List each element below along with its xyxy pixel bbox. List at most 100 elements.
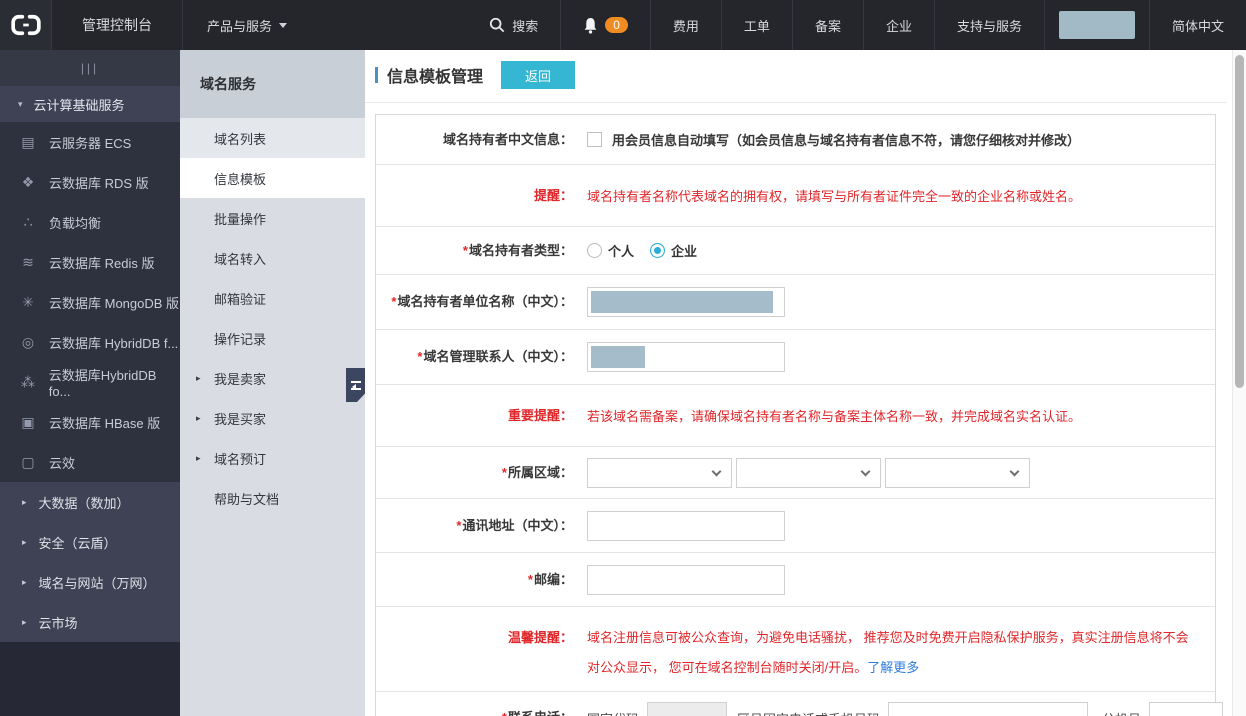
submenu-item-info-template[interactable]: 信息模板 bbox=[180, 158, 365, 198]
nav-notifications[interactable]: 0 bbox=[560, 0, 650, 50]
sidebar-item-label: 云服务器 ECS bbox=[49, 135, 132, 151]
nav-console[interactable]: 管理控制台 bbox=[52, 0, 183, 50]
sidebar-item-redis[interactable]: ≋ 云数据库 Redis 版 bbox=[0, 242, 180, 282]
primary-sidebar: ||| ▾ 云计算基础服务 ▤ 云服务器 ECS ❖ 云数据库 RDS 版 ∴ … bbox=[0, 50, 180, 716]
region-select-province[interactable] bbox=[587, 457, 732, 488]
extension-input[interactable] bbox=[1149, 702, 1224, 716]
submenu-item-label: 域名列表 bbox=[214, 131, 267, 147]
collapse-bars-icon: ||| bbox=[80, 61, 100, 75]
vertical-scrollbar-thumb[interactable] bbox=[1235, 55, 1244, 388]
radio-personal[interactable] bbox=[587, 243, 602, 258]
submenu-item-label: 操作记录 bbox=[214, 331, 267, 347]
caret-right-icon: ▸ bbox=[22, 576, 27, 587]
radio-enterprise[interactable] bbox=[650, 243, 666, 258]
sidebar-group-marketplace[interactable]: ▸ 云市场 bbox=[0, 602, 180, 642]
domain-service-submenu: 域名服务 域名列表 信息模板 批量操作 域名转入 邮箱验证 操作记录 ▸ 我是卖… bbox=[180, 50, 366, 716]
sidebar-collapsed-groups: ▸ 大数据（数加） ▸ 安全（云盾） ▸ 域名与网站（万网） ▸ 云市场 bbox=[0, 482, 180, 642]
nav-language[interactable]: 简体中文 bbox=[1148, 0, 1246, 50]
sidebar-item-rds[interactable]: ❖ 云数据库 RDS 版 bbox=[0, 162, 180, 202]
radio-personal-label: 个人 bbox=[608, 244, 635, 259]
learn-more-link[interactable]: 了解更多 bbox=[867, 660, 919, 675]
sidebar-group-label: 域名与网站（万网） bbox=[38, 575, 156, 591]
sidebar-group-domains-websites[interactable]: ▸ 域名与网站（万网） bbox=[0, 562, 180, 602]
autofill-checkbox[interactable] bbox=[587, 132, 602, 147]
nav-language-label: 简体中文 bbox=[1171, 18, 1224, 34]
nav-products-menu[interactable]: 产品与服务 bbox=[183, 0, 311, 50]
phone-number-input[interactable] bbox=[888, 702, 1089, 716]
nav-search[interactable]: 搜索 bbox=[467, 0, 560, 50]
org-name-input[interactable] bbox=[587, 287, 785, 317]
required-mark: * bbox=[527, 571, 533, 587]
country-code-input[interactable] bbox=[647, 702, 728, 716]
autofill-checkbox-label: 用会员信息自动填写（如会员信息与域名持有者信息不符，请您仔细核对并修改） bbox=[612, 133, 1081, 148]
back-button[interactable]: 返回 bbox=[501, 61, 576, 89]
sidebar-item-ecs[interactable]: ▤ 云服务器 ECS bbox=[0, 122, 180, 162]
slb-icon: ∴ bbox=[23, 213, 33, 230]
vertical-scrollbar-track[interactable] bbox=[1232, 50, 1246, 716]
submenu-item-email-verification[interactable]: 邮箱验证 bbox=[180, 278, 365, 318]
sidebar-item-mongodb[interactable]: ✳ 云数据库 MongoDB 版 bbox=[0, 282, 180, 322]
submenu-item-domain-list[interactable]: 域名列表 bbox=[180, 118, 365, 158]
submenu-item-domain-reservation[interactable]: ▸ 域名预订 bbox=[180, 438, 365, 478]
nav-support[interactable]: 支持与服务 bbox=[933, 0, 1044, 50]
search-icon bbox=[490, 17, 505, 33]
submenu-title: 域名服务 bbox=[180, 50, 365, 118]
submenu-item-label: 帮助与文档 bbox=[214, 491, 280, 507]
caret-right-icon: ▸ bbox=[22, 536, 27, 547]
sidebar-item-hybriddb[interactable]: ◎ 云数据库 HybridDB f... bbox=[0, 322, 180, 362]
sidebar-group-cloud-basics[interactable]: ▾ 云计算基础服务 bbox=[0, 86, 180, 122]
privacy-notice-label: 温馨提醒： bbox=[507, 630, 573, 645]
ecs-icon: ▤ bbox=[21, 133, 35, 150]
top-nav: 管理控制台 产品与服务 搜索 0 费用 工单 备案 企业 支持与服务 简体中文 bbox=[0, 0, 1246, 50]
notification-badge: 0 bbox=[605, 17, 628, 33]
admin-contact-input[interactable] bbox=[587, 342, 785, 372]
nav-enterprise[interactable]: 企业 bbox=[862, 0, 934, 50]
nav-user-account[interactable] bbox=[1043, 0, 1149, 50]
sidebar-group-label: 云计算基础服务 bbox=[33, 97, 125, 113]
submenu-item-label: 域名预订 bbox=[214, 451, 267, 467]
yunxiao-icon: ▢ bbox=[21, 453, 35, 470]
field-label: *邮编： bbox=[527, 571, 573, 587]
console-app: 管理控制台 产品与服务 搜索 0 费用 工单 备案 企业 支持与服务 简体中文 … bbox=[0, 0, 1246, 716]
submenu-item-label: 我是卖家 bbox=[214, 371, 267, 387]
address-input[interactable] bbox=[587, 510, 785, 541]
submenu-item-buyer[interactable]: ▸ 我是买家 bbox=[180, 398, 365, 438]
nav-billing[interactable]: 费用 bbox=[649, 0, 721, 50]
region-select-district[interactable] bbox=[885, 457, 1030, 488]
field-label: *通讯地址（中文）： bbox=[456, 517, 573, 533]
chevron-down-icon bbox=[860, 466, 871, 476]
form-row-privacy-notice: 温馨提醒： 域名注册信息可被公众查询，为避免电话骚扰， 推荐您及时免费开启隐私保… bbox=[376, 607, 1215, 692]
sidebar-collapse-toggle[interactable]: ||| bbox=[0, 50, 180, 86]
nav-console-label: 管理控制台 bbox=[82, 17, 152, 33]
form-row-phone: *联系电话： 国家代码 区号固定电话或手机号码 分机号 bbox=[376, 692, 1224, 716]
sidebar-item-hybriddb-postgres[interactable]: ⁂ 云数据库HybridDB fo... bbox=[0, 362, 180, 402]
submenu-item-help-docs[interactable]: 帮助与文档 bbox=[180, 478, 365, 518]
nav-tickets[interactable]: 工单 bbox=[720, 0, 792, 50]
sidebar-item-yunxiao[interactable]: ▢ 云效 bbox=[0, 442, 180, 482]
submenu-item-domain-transfer-in[interactable]: 域名转入 bbox=[180, 238, 365, 278]
alibaba-cloud-logo[interactable] bbox=[0, 0, 52, 50]
submenu-item-operation-records[interactable]: 操作记录 bbox=[180, 318, 365, 358]
submenu-item-batch-operations[interactable]: 批量操作 bbox=[180, 198, 365, 238]
sidebar-item-label: 云数据库 Redis 版 bbox=[49, 255, 155, 271]
sidebar-group-bigdata[interactable]: ▸ 大数据（数加） bbox=[0, 482, 180, 522]
form-row-holder-type: *域名持有者类型： 个人 企业 bbox=[376, 227, 1215, 275]
submenu-item-seller[interactable]: ▸ 我是卖家 bbox=[180, 358, 365, 398]
redis-icon: ≋ bbox=[22, 253, 34, 270]
main-content: 信息模板管理 返回 域名持有者中文信息： 用会员信息自动填写（如会员信息与域名持… bbox=[365, 50, 1232, 716]
sidebar-item-slb[interactable]: ∴ 负载均衡 bbox=[0, 202, 180, 242]
zipcode-input[interactable] bbox=[587, 564, 785, 595]
brackets-logo-icon bbox=[10, 14, 41, 36]
sidebar-item-hbase[interactable]: ▣ 云数据库 HBase 版 bbox=[0, 402, 180, 442]
form-row-holder-info: 域名持有者中文信息： 用会员信息自动填写（如会员信息与域名持有者信息不符，请您仔… bbox=[376, 115, 1215, 165]
nav-icp[interactable]: 备案 bbox=[791, 0, 863, 50]
required-mark: * bbox=[456, 517, 462, 533]
chevron-down-icon bbox=[711, 466, 722, 476]
region-select-city[interactable] bbox=[736, 457, 881, 488]
redacted-user-block bbox=[1058, 11, 1135, 39]
sidebar-group-security[interactable]: ▸ 安全（云盾） bbox=[0, 522, 180, 562]
caret-right-icon: ▸ bbox=[22, 616, 27, 627]
page-title: 信息模板管理 bbox=[387, 69, 484, 86]
submenu-item-label: 邮箱验证 bbox=[214, 291, 267, 307]
nav-search-label: 搜索 bbox=[512, 18, 539, 34]
